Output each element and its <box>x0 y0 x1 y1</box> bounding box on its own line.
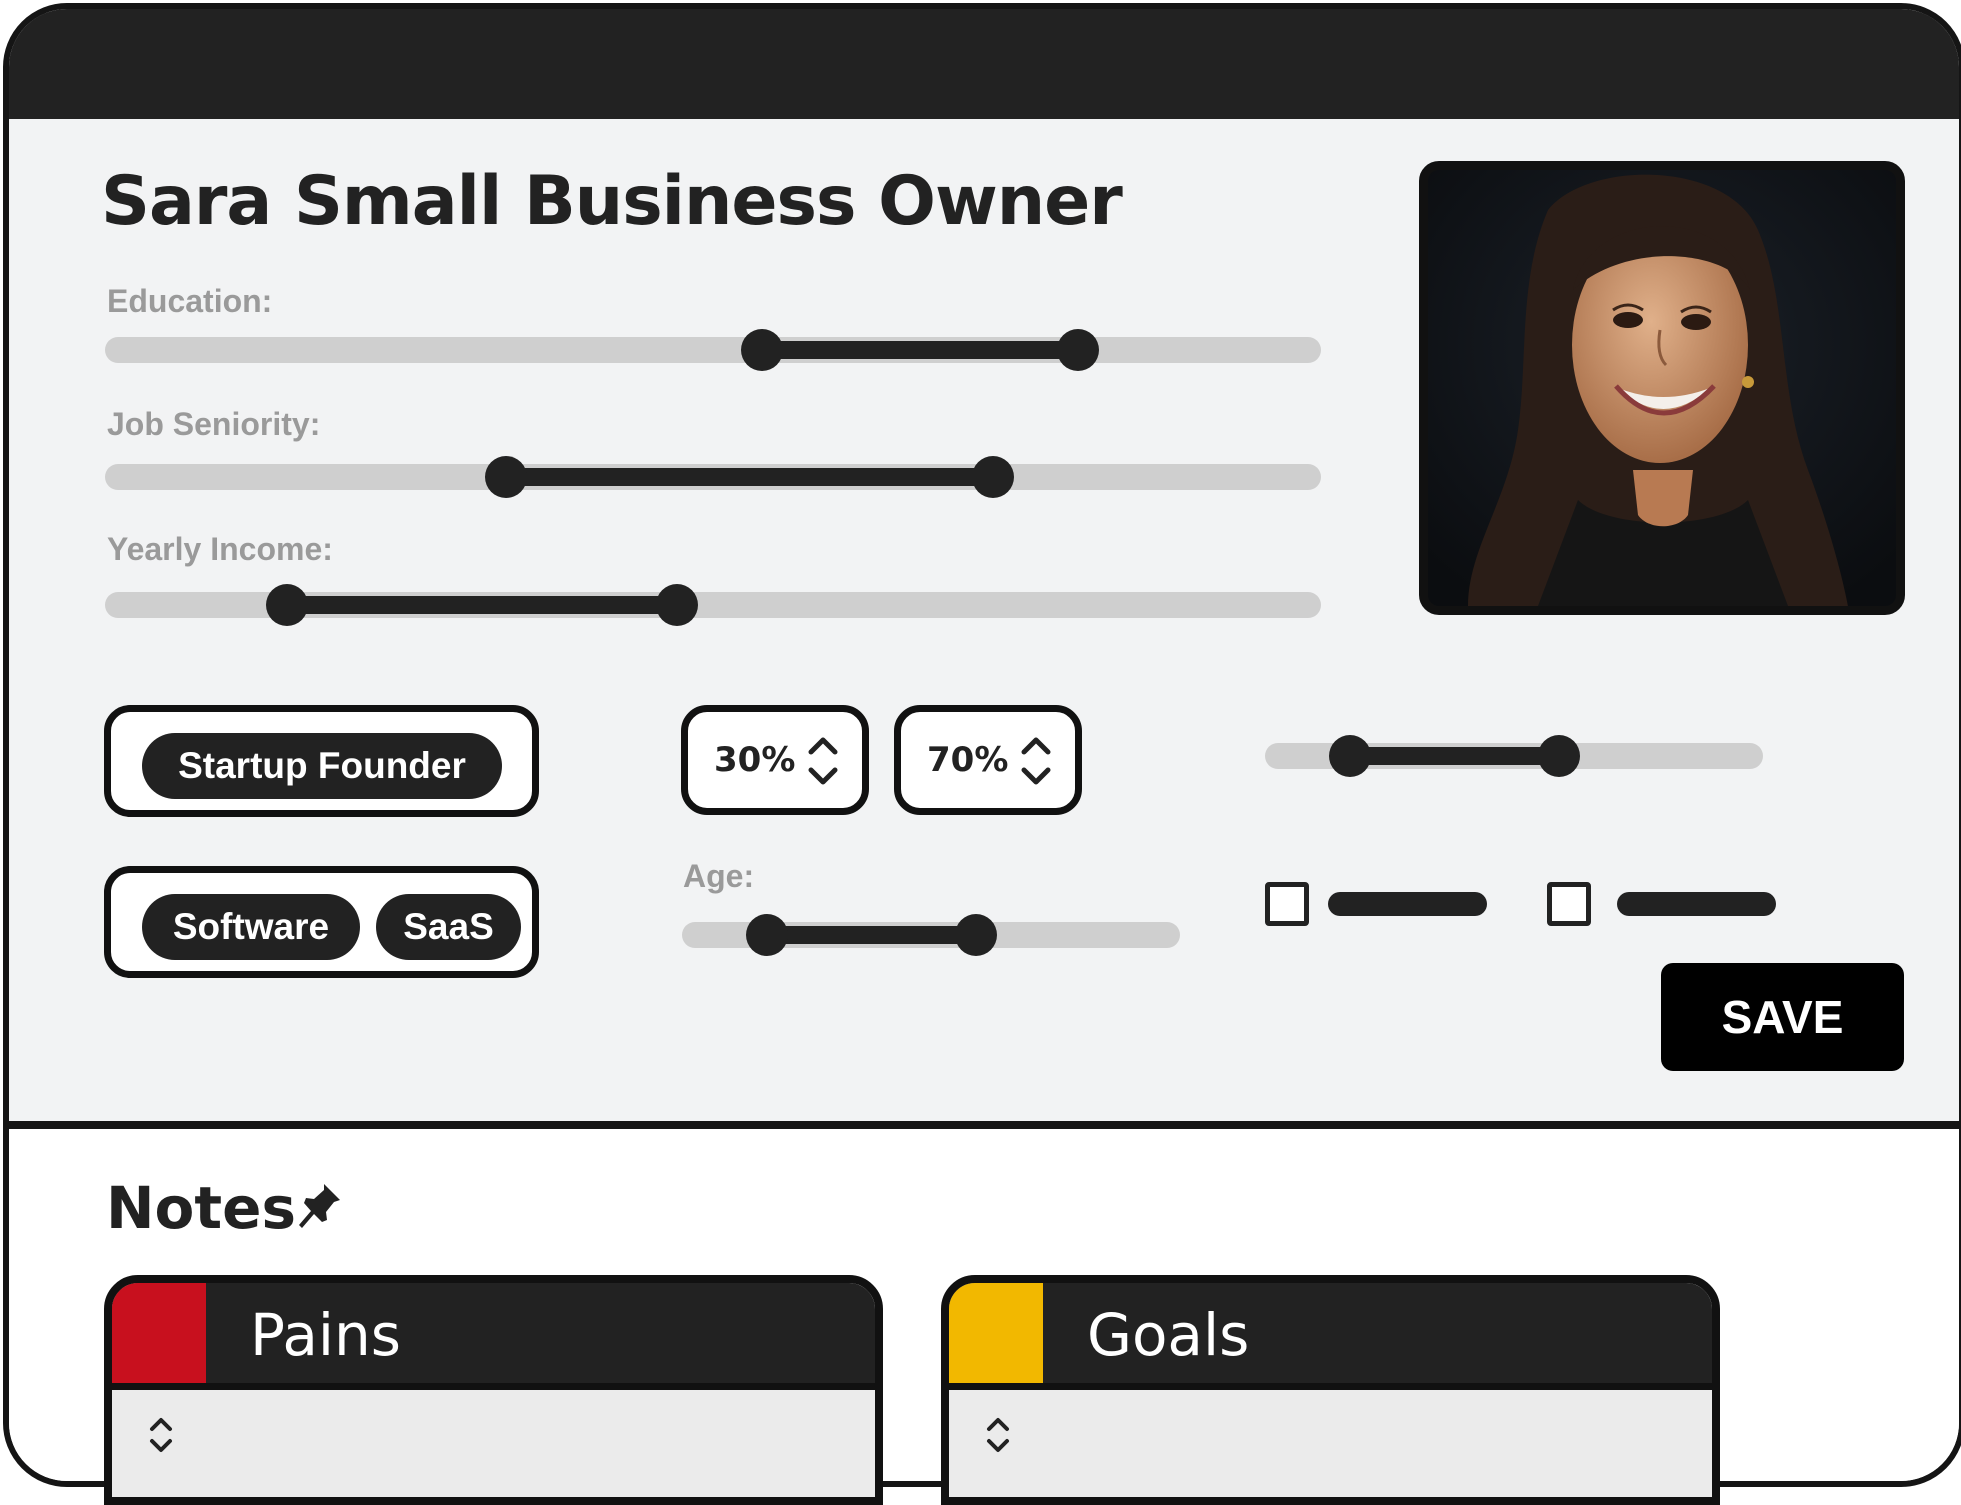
industry-tag-chip-saas[interactable]: SaaS <box>376 894 521 960</box>
industry-tag-field[interactable]: Software SaaS <box>104 866 539 978</box>
persona-name: Sara Small Business Owner <box>101 162 1123 241</box>
age-min-handle[interactable] <box>745 914 788 956</box>
note-card-header: Goals <box>949 1283 1712 1390</box>
yearly-income-max-handle[interactable] <box>655 584 698 626</box>
age-max-handle[interactable] <box>954 914 997 956</box>
role-tag-chip[interactable]: Startup Founder <box>142 733 502 799</box>
checkbox-1[interactable] <box>1265 882 1309 926</box>
yearly-income-range-fill <box>287 596 677 614</box>
section-divider <box>9 1121 1959 1129</box>
chevron-up-down-icon[interactable] <box>985 1415 1011 1455</box>
percent-stepper-1[interactable]: 30% <box>681 705 869 815</box>
yearly-income-label: Yearly Income: <box>107 531 333 567</box>
industry-tag-chip-software[interactable]: Software <box>142 894 360 960</box>
checkbox-2-label-placeholder <box>1617 892 1776 916</box>
job-seniority-min-handle[interactable] <box>485 456 528 498</box>
note-card-title: Goals <box>1087 1301 1250 1369</box>
education-min-handle[interactable] <box>740 329 783 371</box>
age-label: Age: <box>683 858 755 894</box>
age-slider[interactable] <box>682 914 1180 956</box>
note-card-title: Pains <box>250 1301 402 1369</box>
job-seniority-slider[interactable] <box>105 456 1321 498</box>
range-max-handle[interactable] <box>1537 735 1580 777</box>
education-label: Education: <box>107 283 273 319</box>
notes-heading: Notes <box>106 1174 296 1242</box>
checkbox-2[interactable] <box>1547 882 1591 926</box>
range-slider[interactable] <box>1265 735 1763 777</box>
note-card-pains[interactable]: Pains <box>104 1275 883 1505</box>
education-range-fill <box>761 341 1078 359</box>
note-color-swatch <box>949 1283 1043 1383</box>
note-card-header: Pains <box>112 1283 875 1390</box>
stepper-value: 30% <box>714 740 796 780</box>
stepper-value: 70% <box>927 740 1009 780</box>
chevron-up-down-icon[interactable] <box>148 1415 174 1455</box>
yearly-income-slider[interactable] <box>105 584 1321 626</box>
job-seniority-label: Job Seniority: <box>107 406 321 442</box>
portrait-image <box>1428 170 1896 606</box>
job-seniority-max-handle[interactable] <box>971 456 1014 498</box>
education-slider[interactable] <box>105 329 1321 371</box>
percent-stepper-2[interactable]: 70% <box>894 705 1082 815</box>
title-bar <box>9 9 1959 119</box>
save-button[interactable]: SAVE <box>1661 963 1904 1071</box>
range-fill <box>1349 747 1559 765</box>
checkbox-1-label-placeholder <box>1328 892 1487 916</box>
job-seniority-range-fill <box>506 468 993 486</box>
note-card-goals[interactable]: Goals <box>941 1275 1720 1505</box>
role-tag-field[interactable]: Startup Founder <box>104 705 539 817</box>
persona-photo <box>1419 161 1905 615</box>
pin-icon[interactable] <box>296 1180 344 1232</box>
range-min-handle[interactable] <box>1328 735 1371 777</box>
age-range-fill <box>766 926 976 944</box>
chevron-up-down-icon[interactable] <box>1019 734 1053 788</box>
chevron-up-down-icon[interactable] <box>806 734 840 788</box>
education-max-handle[interactable] <box>1056 329 1099 371</box>
note-color-swatch <box>112 1283 206 1383</box>
